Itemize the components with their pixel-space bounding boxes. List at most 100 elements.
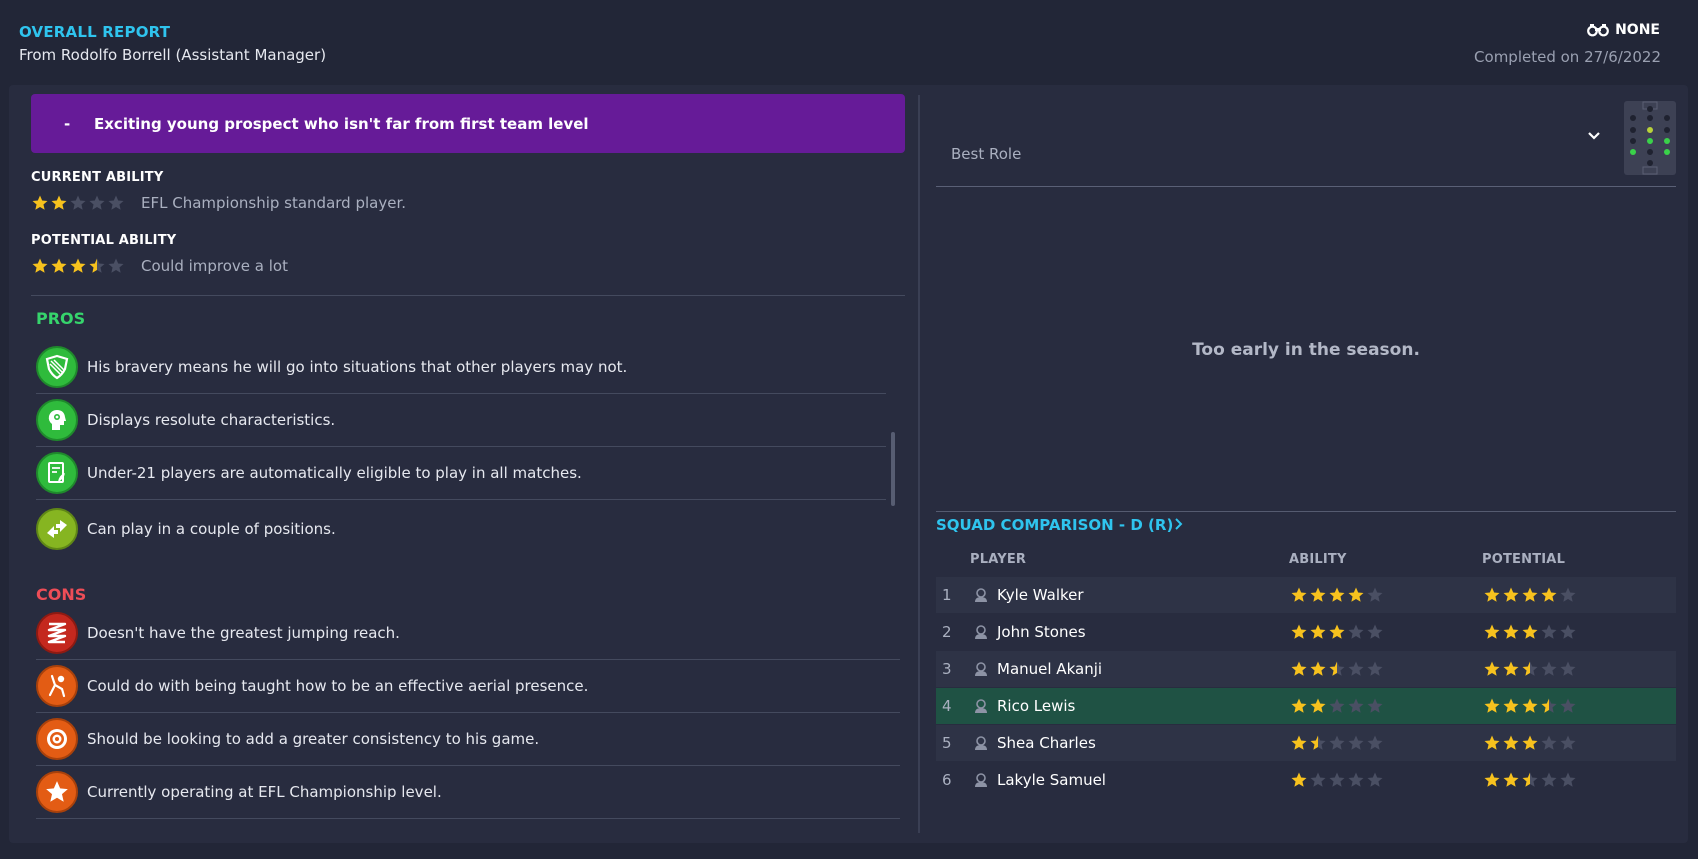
- player-potential-stars: [1483, 734, 1577, 752]
- section-divider: [31, 295, 905, 296]
- comparison-divider: [936, 511, 1676, 512]
- star-icon-full: [1522, 624, 1538, 639]
- con-item: Should be looking to add a greater consi…: [36, 713, 900, 766]
- star-icon-full: [1310, 587, 1326, 602]
- con-text: Doesn't have the greatest jumping reach.: [87, 624, 400, 642]
- potential-ability-row: Could improve a lot: [31, 257, 288, 275]
- best-role-dropdown[interactable]: [936, 95, 1676, 187]
- star-icon-full: [1329, 624, 1345, 639]
- binoculars-icon: [1587, 24, 1609, 37]
- report-author: From Rodolfo Borrell (Assistant Manager): [19, 46, 327, 64]
- star-icon-full: [32, 258, 48, 273]
- star-icon-empty: [1367, 661, 1383, 676]
- star-icon-empty: [1541, 772, 1557, 787]
- potential-ability-stars: [31, 257, 125, 275]
- player-name[interactable]: Shea Charles: [997, 734, 1096, 752]
- star-icon-full: [1503, 735, 1519, 750]
- head-icon: [36, 399, 78, 441]
- best-role-message: Too early in the season.: [1192, 340, 1420, 360]
- row-number: 1: [942, 586, 952, 604]
- summary-dash: -: [64, 114, 71, 133]
- current-ability-stars: [31, 194, 125, 212]
- potential-ability-label: POTENTIAL ABILITY: [31, 233, 177, 248]
- star-icon-empty: [1367, 624, 1383, 639]
- star-icon-full: [1503, 624, 1519, 639]
- star-icon-full: [1291, 587, 1307, 602]
- table-row[interactable]: 2 John Stones: [936, 614, 1676, 650]
- star-icon-empty: [1560, 698, 1576, 713]
- pro-text: Displays resolute characteristics.: [87, 411, 336, 429]
- star-icon-full: [1503, 661, 1519, 676]
- con-item: Currently operating at EFL Championship …: [36, 766, 900, 819]
- star-icon-empty: [1348, 661, 1364, 676]
- player-ability-stars: [1290, 771, 1384, 789]
- table-row[interactable]: 4 Rico Lewis: [936, 688, 1676, 724]
- pros-scrollbar[interactable]: [891, 432, 895, 506]
- star-icon-half: [1310, 735, 1326, 750]
- star-icon-empty: [1560, 772, 1576, 787]
- player-ability-stars: [1290, 586, 1384, 604]
- squad-comparison-link[interactable]: SQUAD COMPARISON - D (R): [936, 516, 1184, 534]
- table-row[interactable]: 3 Manuel Akanji: [936, 651, 1676, 687]
- potential-ability-description: Could improve a lot: [141, 257, 288, 275]
- scout-status-button[interactable]: NONE: [1587, 22, 1660, 38]
- player-potential-stars: [1483, 697, 1577, 715]
- pro-item: Can play in a couple of positions.: [36, 502, 886, 555]
- column-header-potential[interactable]: POTENTIAL: [1482, 552, 1565, 567]
- star-icon-full: [1484, 587, 1500, 602]
- summary-banner: - Exciting young prospect who isn't far …: [31, 94, 905, 153]
- star-icon-empty: [1367, 587, 1383, 602]
- star-icon-full: [1329, 587, 1345, 602]
- table-row[interactable]: 5 Shea Charles: [936, 725, 1676, 761]
- star-icon-empty: [1329, 698, 1345, 713]
- column-header-player[interactable]: PLAYER: [970, 552, 1026, 567]
- star-icon-full: [1310, 624, 1326, 639]
- player-potential-stars: [1483, 586, 1577, 604]
- pro-text: His bravery means he will go into situat…: [87, 358, 628, 376]
- player-name[interactable]: John Stones: [997, 623, 1086, 641]
- player-name[interactable]: Rico Lewis: [997, 697, 1075, 715]
- player-ability-stars: [1290, 697, 1384, 715]
- column-header-ability[interactable]: ABILITY: [1289, 552, 1347, 567]
- swap-arrows-icon: [36, 507, 78, 550]
- con-text: Should be looking to add a greater consi…: [87, 730, 540, 748]
- star-icon-full: [1503, 698, 1519, 713]
- star-icon-full: [1291, 735, 1307, 750]
- star-icon-full: [1503, 772, 1519, 787]
- star-icon-empty: [1329, 735, 1345, 750]
- header-ball-icon: [36, 665, 78, 707]
- star-icon-full: [1503, 587, 1519, 602]
- star-icon-empty: [1348, 735, 1364, 750]
- star-icon-empty: [1541, 661, 1557, 676]
- star-icon: [36, 771, 78, 813]
- con-text: Currently operating at EFL Championship …: [87, 783, 442, 801]
- star-icon-empty: [108, 258, 124, 273]
- star-icon-half: [1522, 772, 1538, 787]
- star-icon-empty: [89, 195, 105, 210]
- summary-text: Exciting young prospect who isn't far fr…: [94, 114, 589, 133]
- star-icon-full: [1484, 772, 1500, 787]
- document-icon: [36, 452, 78, 494]
- player-name[interactable]: Lakyle Samuel: [997, 771, 1106, 789]
- star-icon-full: [1484, 661, 1500, 676]
- star-icon-empty: [1560, 661, 1576, 676]
- player-potential-stars: [1483, 660, 1577, 678]
- current-ability-description: EFL Championship standard player.: [141, 194, 407, 212]
- pro-text: Under-21 players are automatically eligi…: [87, 464, 582, 482]
- row-number: 3: [942, 660, 952, 678]
- player-ability-stars: [1290, 623, 1384, 641]
- player-name[interactable]: Manuel Akanji: [997, 660, 1102, 678]
- pro-item: His bravery means he will go into situat…: [36, 341, 886, 394]
- shield-icon: [36, 346, 78, 388]
- player-name[interactable]: Kyle Walker: [997, 586, 1084, 604]
- star-icon-empty: [70, 195, 86, 210]
- star-icon-empty: [1560, 624, 1576, 639]
- table-row[interactable]: 6 Lakyle Samuel: [936, 762, 1676, 798]
- star-icon-full: [1310, 698, 1326, 713]
- table-row[interactable]: 1 Kyle Walker: [936, 577, 1676, 613]
- star-icon-full: [51, 195, 67, 210]
- star-icon-half: [1329, 661, 1345, 676]
- star-icon-empty: [1367, 735, 1383, 750]
- chevron-down-icon[interactable]: [1586, 128, 1602, 144]
- star-icon-empty: [1367, 698, 1383, 713]
